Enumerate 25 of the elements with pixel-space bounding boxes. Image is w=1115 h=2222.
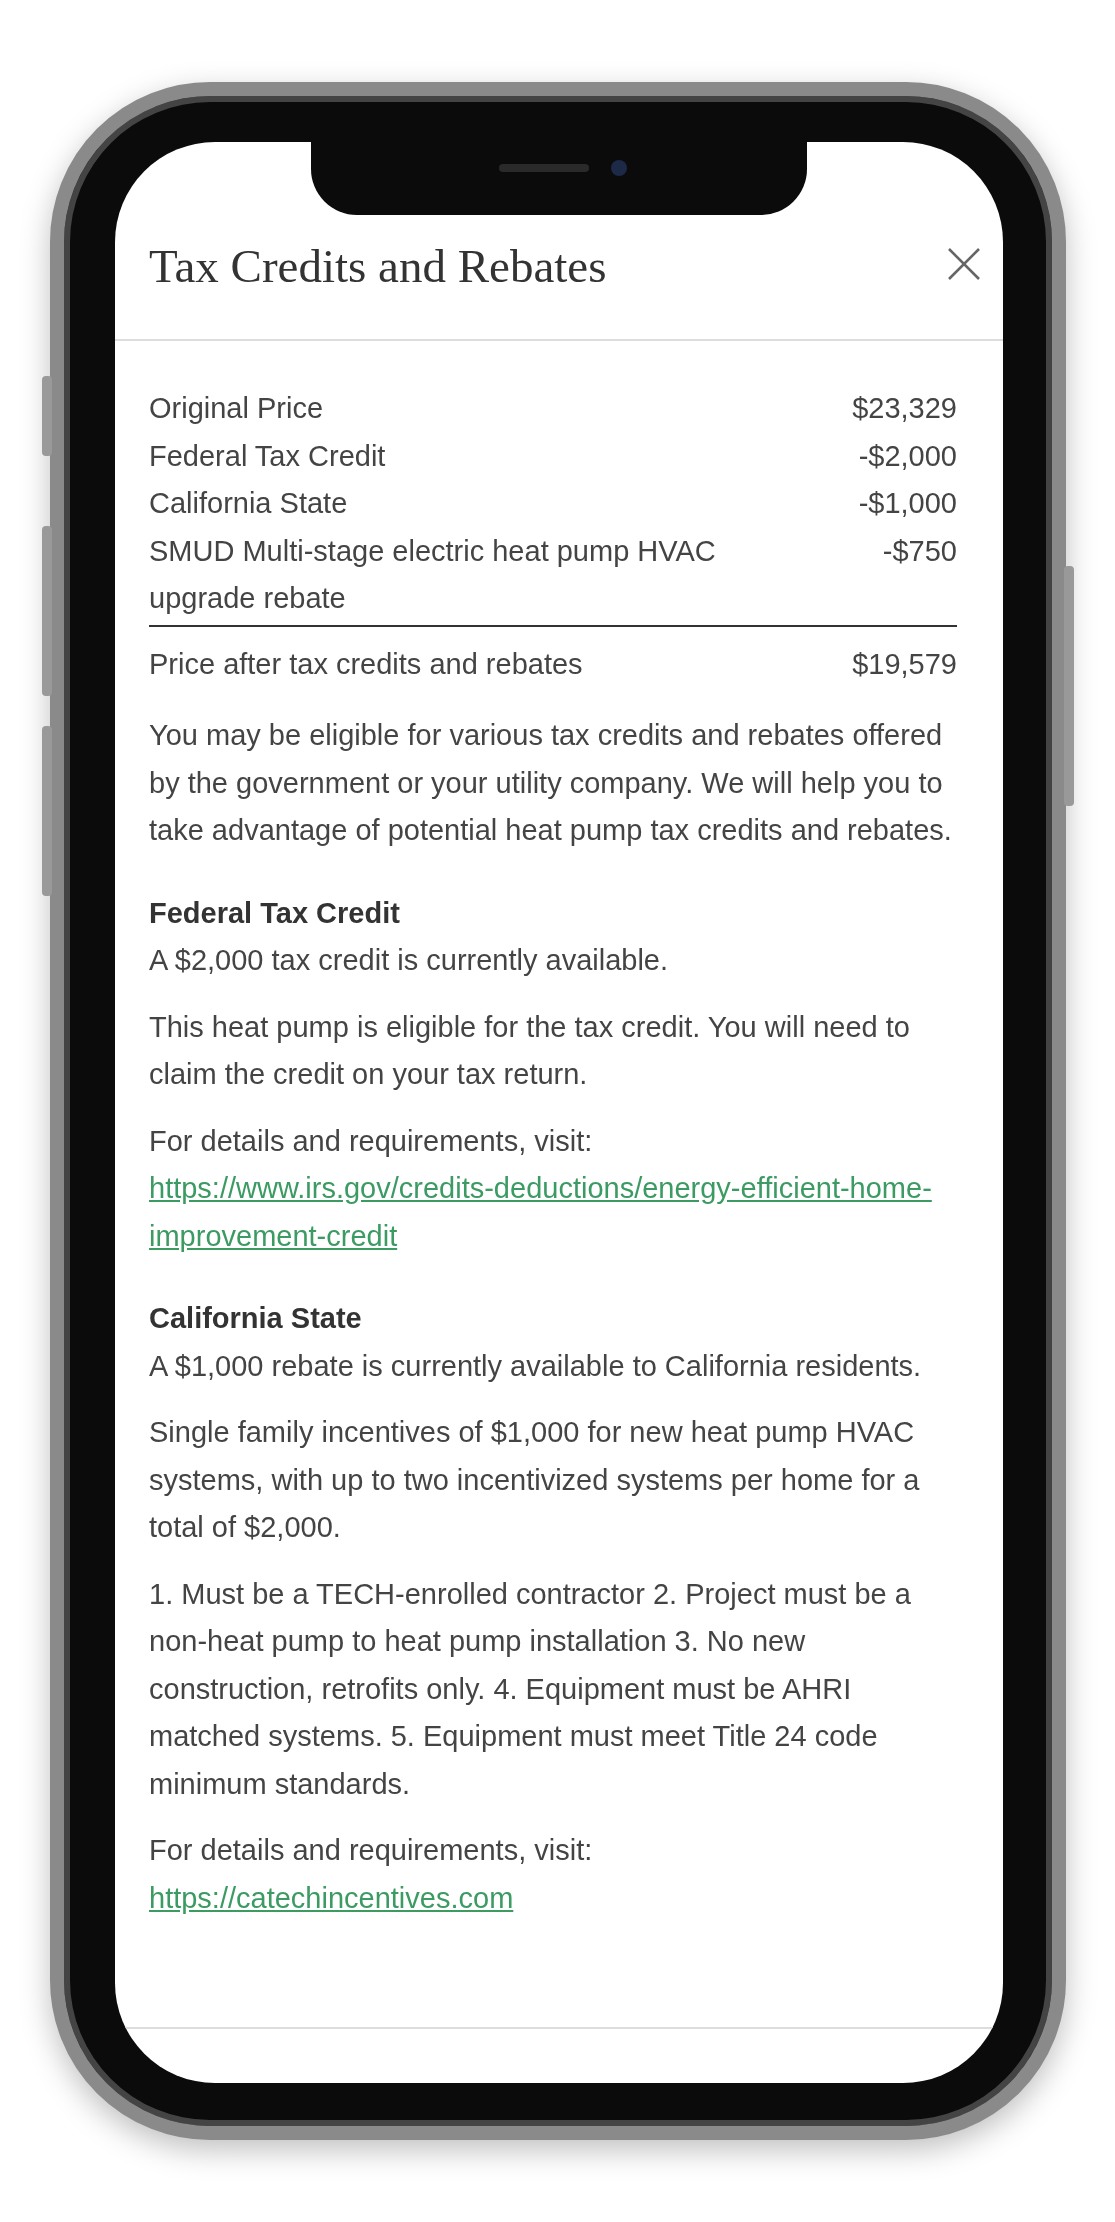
price-label: California State (149, 486, 349, 521)
details-link[interactable]: https://www.irs.gov/credits-deductions/energy-efficient-home-improvement-credit (149, 1165, 957, 1260)
total-label: Price after tax credits and rebates (149, 646, 583, 682)
section-text: A $2,000 tax credit is currently available. (149, 943, 670, 978)
section-text: A $1,000 rebate is currently available to California residents. (149, 1348, 923, 1384)
price-amount: -$750 (881, 533, 957, 569)
dialog-title: Tax Credits and Rebates (149, 239, 607, 293)
close-icon[interactable] (947, 247, 981, 281)
price-amount: $23,329 (852, 391, 957, 426)
price-label: Original Price (149, 391, 325, 426)
price-label: SMUD Multi-stage electric heat pump HVAC upgrade rebate (149, 533, 717, 616)
price-label: Federal Tax Credit (149, 438, 387, 474)
details-link[interactable]: https://catechincentives.com (149, 1874, 957, 1922)
section-text: 1. Must be a TECH-enrolled contractor 2. Project must be a non-heat pump to heat pump installation 3. No new construction, retrofits only. 4. Equipment must be AHRI matched systems. 5. Equipment must meet Title 24 code minimum standards. (149, 1576, 912, 1802)
details-text: For details and requirements, visit: (149, 1833, 594, 1868)
intro-text: You may be eligible for various tax credits and rebates offered by the government or your utility company. We will help you to take advantage of potential heat pump tax credits and rebates. (149, 718, 953, 848)
total-amount: $19,579 (852, 646, 957, 682)
section-text: This heat pump is eligible for the tax credit. You will need to claim the credit on your tax return. (149, 1009, 911, 1092)
camera-dot (611, 160, 627, 176)
section-heading: California State (149, 1301, 363, 1336)
section-heading: Federal Tax Credit (149, 895, 401, 931)
details-text: For details and requirements, visit: (149, 1123, 594, 1159)
section-text: Single family incentives of $1,000 for new heat pump HVAC systems, with up to two incentivized systems per home for a total of $2,000. (149, 1415, 921, 1545)
price-amount: -$1,000 (857, 486, 957, 521)
price-amount: -$2,000 (857, 438, 957, 474)
